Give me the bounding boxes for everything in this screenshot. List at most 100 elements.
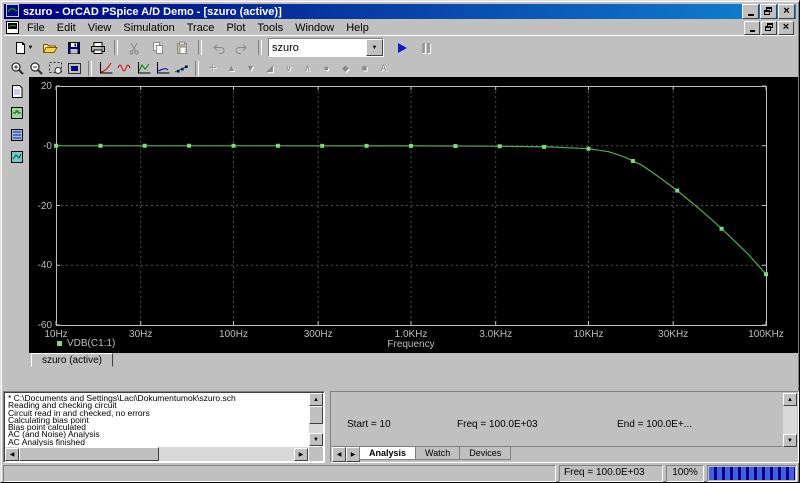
menu-file[interactable]: File [21, 21, 51, 35]
menu-view[interactable]: View [82, 21, 118, 35]
performance-analysis-button[interactable] [134, 58, 153, 78]
paste-icon [177, 41, 187, 54]
open-file-button[interactable] [38, 38, 62, 58]
plot-tab-label: szuro (active) [42, 355, 103, 366]
scroll-right-icon[interactable]: ▶ [294, 447, 308, 461]
cursor-slope-icon: ◢ [266, 62, 273, 73]
fourier-button[interactable] [115, 58, 134, 78]
sim-end-value: End = 100.0E+... [617, 419, 693, 430]
cursor-max-button[interactable]: ∧ [298, 58, 317, 78]
scrollbar-thumb[interactable] [19, 447, 159, 461]
y-tick-label: 20 [40, 81, 52, 92]
paste-button[interactable] [170, 38, 194, 58]
redo-button[interactable] [230, 38, 254, 58]
scroll-left-icon[interactable]: ◀ [5, 447, 19, 461]
menu-window[interactable]: Window [289, 21, 340, 35]
tab-analysis[interactable]: Analysis [359, 447, 417, 460]
menu-edit[interactable]: Edit [51, 21, 82, 35]
view-results-button[interactable] [6, 147, 28, 167]
scroll-down-icon[interactable]: ▼ [309, 433, 323, 446]
status-vertical-scrollbar[interactable]: ▲ ▼ [783, 393, 797, 447]
scroll-up-icon[interactable]: ▲ [783, 393, 797, 406]
zoom-out-icon [30, 61, 43, 75]
scroll-up-icon[interactable]: ▲ [309, 393, 323, 406]
output-horizontal-scrollbar[interactable]: ◀ ▶ [5, 447, 308, 461]
restore-button[interactable] [760, 4, 777, 19]
y-tick-label: -40 [37, 260, 52, 272]
menu-tools[interactable]: Tools [251, 21, 289, 35]
run-button[interactable] [390, 38, 414, 58]
undo-button[interactable] [206, 38, 230, 58]
new-file-dropdown-icon[interactable]: ▼ [28, 45, 34, 51]
save-button[interactable] [62, 38, 86, 58]
y-tick-label: -0 [43, 140, 52, 152]
pause-button[interactable] [414, 38, 438, 58]
cursor-peak-button[interactable]: ▲ [222, 58, 241, 78]
scrollbar-thumb[interactable] [309, 406, 323, 424]
netlist-icon [10, 129, 23, 141]
zoom-area-button[interactable] [46, 58, 65, 78]
tab-devices[interactable]: Devices [459, 447, 512, 460]
cut-button[interactable] [122, 38, 146, 58]
zoom-out-button[interactable] [27, 58, 46, 78]
document-icon[interactable] [6, 21, 19, 34]
cursor-min-button[interactable]: ∨ [279, 58, 298, 78]
title-bar[interactable]: szuro - OrCAD PSpice A/D Demo - [szuro (… [4, 3, 796, 19]
cursor-point-button[interactable]: ● [317, 58, 336, 78]
label-point-icon: A [380, 62, 387, 73]
scrollbar-corner [309, 447, 323, 461]
zoom-in-icon [11, 61, 24, 75]
zoom-in-button[interactable] [8, 58, 27, 78]
log-y-axis-button[interactable] [153, 58, 172, 78]
menu-help[interactable]: Help [340, 21, 375, 35]
log-x-axis-button[interactable] [96, 58, 115, 78]
child-close-button[interactable]: × [778, 20, 794, 35]
mark-data-points-button[interactable] [172, 58, 191, 78]
cursor-toggle-button[interactable]: ＋ [203, 58, 222, 78]
tab-watch[interactable]: Watch [415, 447, 461, 460]
menu-simulation[interactable]: Simulation [117, 21, 180, 35]
menu-trace[interactable]: Trace [181, 21, 221, 35]
label-point-button[interactable]: A [374, 58, 393, 78]
plot-toolbar: ＋ ▲ ▼ ◢ ∨ ∧ ● ◆ ■ A [4, 58, 796, 78]
view-output-file-button[interactable] [6, 81, 28, 101]
scroll-down-icon[interactable]: ▼ [783, 434, 797, 447]
plot-tab[interactable]: szuro (active) [31, 353, 114, 367]
cut-icon [129, 42, 139, 54]
zoom-fit-icon [68, 62, 81, 74]
view-netlist-button[interactable] [6, 125, 28, 145]
progress-bar [707, 465, 797, 482]
plot-canvas[interactable]: 10Hz 30Hz 100Hz 300Hz 1.0KHz 3.0KHz 10KHz 30KHz… [29, 77, 798, 353]
simulation-profile-combo[interactable]: ▼ [268, 38, 384, 57]
simulation-profile-input[interactable] [269, 40, 366, 55]
copy-button[interactable] [146, 38, 170, 58]
output-vertical-scrollbar[interactable]: ▲ ▼ [309, 393, 323, 446]
eval-goal-button[interactable]: ■ [355, 58, 374, 78]
cursor-peak-icon: ▲ [227, 62, 236, 73]
print-button[interactable] [86, 38, 110, 58]
zoom-fit-button[interactable] [65, 58, 84, 78]
trace-name: VDB(C1:1) [67, 338, 116, 349]
new-file-button[interactable]: ▼ [8, 38, 38, 58]
minimize-button[interactable] [742, 4, 759, 19]
close-button[interactable]: × [778, 4, 795, 19]
cursor-search-button[interactable]: ◆ [336, 58, 355, 78]
combo-dropdown-icon[interactable]: ▼ [366, 39, 383, 56]
circuit-file-icon [10, 107, 23, 119]
restore-icon [764, 7, 773, 16]
close-icon: × [783, 5, 790, 17]
cursor-trough-button[interactable]: ▼ [241, 58, 260, 78]
cursor-slope-button[interactable]: ◢ [260, 58, 279, 78]
x-tick-label: 100KHz [748, 329, 784, 340]
menu-plot[interactable]: Plot [220, 21, 251, 35]
tab-scroll-right-icon[interactable]: ▶ [346, 447, 360, 462]
output-file-icon [11, 84, 22, 98]
child-minimize-button[interactable] [744, 20, 760, 35]
child-restore-button[interactable] [761, 20, 777, 35]
y-tick-label: -20 [37, 200, 52, 212]
tab-scroll-left-icon[interactable]: ◀ [332, 447, 346, 462]
minimize-icon [749, 29, 755, 32]
trace-legend[interactable]: VDB(C1:1) [57, 338, 115, 349]
output-window[interactable]: * C:\Documents and Settings\Laci\Dokumen… [3, 391, 325, 463]
view-circuit-file-button[interactable] [6, 103, 28, 123]
